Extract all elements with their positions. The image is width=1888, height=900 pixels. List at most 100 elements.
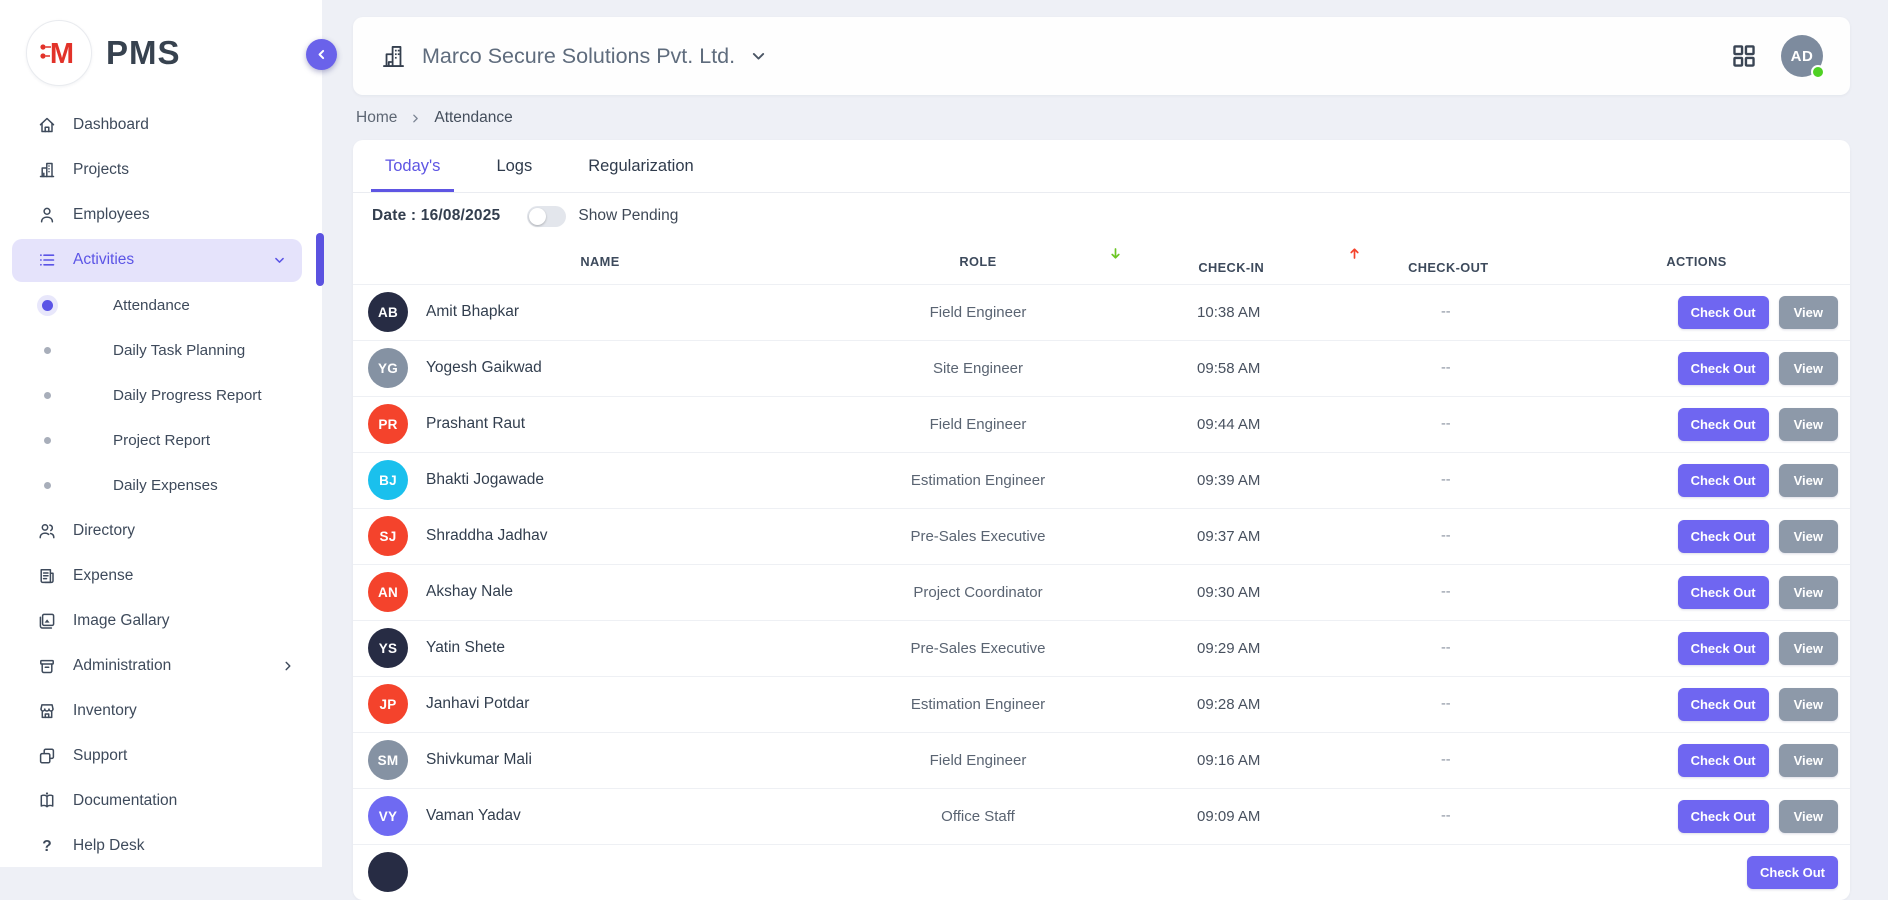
- sidebar-item-project-report[interactable]: Project Report: [0, 418, 322, 463]
- check-out-button[interactable]: Check Out: [1678, 296, 1769, 329]
- column-header-actions: ACTIONS: [1543, 239, 1850, 284]
- check-in-time: 09:58 AM: [1109, 340, 1349, 396]
- grid-icon: [1731, 43, 1757, 69]
- breadcrumb: Home Attendance: [356, 109, 1850, 127]
- employee-name: Yatin Shete: [426, 639, 505, 657]
- list-icon: [36, 250, 58, 270]
- topbar-right: AD: [1731, 35, 1823, 77]
- check-out-button[interactable]: Check Out: [1678, 632, 1769, 665]
- check-out-button[interactable]: Check Out: [1678, 576, 1769, 609]
- check-in-time: 10:38 AM: [1109, 284, 1349, 340]
- sidebar-item-expense[interactable]: Expense: [0, 553, 322, 598]
- avatar-initials: AD: [1791, 48, 1814, 65]
- check-out-button[interactable]: Check Out: [1678, 408, 1769, 441]
- view-button[interactable]: View: [1779, 296, 1838, 329]
- sidebar-collapse-button[interactable]: [306, 39, 337, 70]
- employee-role: Estimation Engineer: [847, 452, 1109, 508]
- sidebar-item-activities[interactable]: Activities: [0, 237, 322, 283]
- check-in-time: 09:16 AM: [1109, 732, 1349, 788]
- sidebar-item-administration[interactable]: Administration: [0, 643, 322, 688]
- check-out-button[interactable]: Check Out: [1678, 464, 1769, 497]
- check-out-button[interactable]: Check Out: [1678, 688, 1769, 721]
- employee-name: Shivkumar Mali: [426, 751, 532, 769]
- column-header-check-out[interactable]: CHECK-OUT: [1348, 239, 1543, 284]
- check-out-time: --: [1348, 452, 1543, 508]
- employee-role: [847, 844, 1109, 900]
- active-bullet-icon: [40, 300, 54, 311]
- app-logo-row: M PMS: [0, 0, 322, 100]
- check-in-time: [1109, 844, 1349, 900]
- check-out-time: [1348, 844, 1543, 900]
- logo-m-icon: M: [35, 29, 83, 77]
- attendance-row: AN Akshay Nale Project Coordinator 09:30…: [353, 564, 1850, 620]
- employee-avatar: JP: [368, 684, 408, 724]
- sidebar-item-projects[interactable]: Projects: [0, 147, 322, 192]
- sidebar-item-documentation[interactable]: Documentation: [0, 778, 322, 823]
- store-icon: [36, 701, 58, 721]
- user-avatar[interactable]: AD: [1781, 35, 1823, 77]
- view-button[interactable]: View: [1779, 408, 1838, 441]
- attendance-table: NAME ROLE CHECK-IN CHECK-OUT ACTIONS AB …: [353, 239, 1850, 900]
- bullet-icon: [40, 347, 54, 354]
- sidebar-item-inventory[interactable]: Inventory: [0, 688, 322, 733]
- people-icon: [36, 521, 58, 541]
- attendance-row: SM Shivkumar Mali Field Engineer 09:16 A…: [353, 732, 1850, 788]
- check-out-button[interactable]: Check Out: [1747, 856, 1838, 889]
- chevron-right-icon: [282, 660, 294, 672]
- view-button[interactable]: View: [1779, 464, 1838, 497]
- view-button[interactable]: View: [1779, 800, 1838, 833]
- attendance-row: JP Janhavi Potdar Estimation Engineer 09…: [353, 676, 1850, 732]
- employee-name: Akshay Nale: [426, 583, 513, 601]
- sidebar-item-attendance[interactable]: Attendance: [0, 283, 322, 328]
- main-area: Marco Secure Solutions Pvt. Ltd. AD Home…: [322, 0, 1888, 867]
- sidebar-item-dashboard[interactable]: Dashboard: [0, 102, 322, 147]
- check-out-button[interactable]: Check Out: [1678, 800, 1769, 833]
- column-header-name: NAME: [353, 239, 847, 284]
- view-button[interactable]: View: [1779, 520, 1838, 553]
- sidebar-item-directory[interactable]: Directory: [0, 508, 322, 553]
- view-button[interactable]: View: [1779, 576, 1838, 609]
- sidebar-item-daily-progress-report[interactable]: Daily Progress Report: [0, 373, 322, 418]
- show-pending-toggle[interactable]: [527, 206, 566, 227]
- employee-name: Bhakti Jogawade: [426, 471, 544, 489]
- employee-role: Field Engineer: [847, 732, 1109, 788]
- table-controls: Date : 16/08/2025 Show Pending: [353, 193, 1850, 239]
- home-icon: [36, 115, 58, 135]
- employee-role: Office Staff: [847, 788, 1109, 844]
- employee-name: Vaman Yadav: [426, 807, 521, 825]
- employee-role: Pre-Sales Executive: [847, 620, 1109, 676]
- attendance-row: YS Yatin Shete Pre-Sales Executive 09:29…: [353, 620, 1850, 676]
- check-out-button[interactable]: Check Out: [1678, 744, 1769, 777]
- bullet-icon: [40, 437, 54, 444]
- tab-regularization[interactable]: Regularization: [574, 140, 707, 192]
- sidebar-item-daily-expenses[interactable]: Daily Expenses: [0, 463, 322, 508]
- breadcrumb-home[interactable]: Home: [356, 109, 397, 127]
- date-label: Date : 16/08/2025: [372, 207, 500, 225]
- sidebar-item-help-desk[interactable]: ? Help Desk: [0, 823, 322, 868]
- check-out-button[interactable]: Check Out: [1678, 352, 1769, 385]
- check-out-button[interactable]: Check Out: [1678, 520, 1769, 553]
- person-icon: [36, 205, 58, 225]
- company-selector[interactable]: Marco Secure Solutions Pvt. Ltd.: [380, 43, 767, 70]
- employee-name: Yogesh Gaikwad: [426, 359, 542, 377]
- check-out-time: --: [1348, 620, 1543, 676]
- sort-down-arrow-icon: [1109, 247, 1349, 260]
- check-out-time: --: [1348, 284, 1543, 340]
- view-button[interactable]: View: [1779, 632, 1838, 665]
- check-out-time: --: [1348, 676, 1543, 732]
- apps-grid-button[interactable]: [1731, 43, 1757, 69]
- sidebar-item-image-gallary[interactable]: Image Gallary: [0, 598, 322, 643]
- sidebar-item-daily-task-planning[interactable]: Daily Task Planning: [0, 328, 322, 373]
- check-in-time: 09:30 AM: [1109, 564, 1349, 620]
- sidebar-item-support[interactable]: Support: [0, 733, 322, 778]
- sidebar-item-employees[interactable]: Employees: [0, 192, 322, 237]
- attendance-panel: Today's Logs Regularization Date : 16/08…: [353, 140, 1850, 900]
- column-header-check-in[interactable]: CHECK-IN: [1109, 239, 1349, 284]
- view-button[interactable]: View: [1779, 744, 1838, 777]
- tab-logs[interactable]: Logs: [482, 140, 546, 192]
- employee-name: Amit Bhapkar: [426, 303, 519, 321]
- view-button[interactable]: View: [1779, 352, 1838, 385]
- tab-todays[interactable]: Today's: [371, 140, 454, 192]
- employee-avatar: YS: [368, 628, 408, 668]
- view-button[interactable]: View: [1779, 688, 1838, 721]
